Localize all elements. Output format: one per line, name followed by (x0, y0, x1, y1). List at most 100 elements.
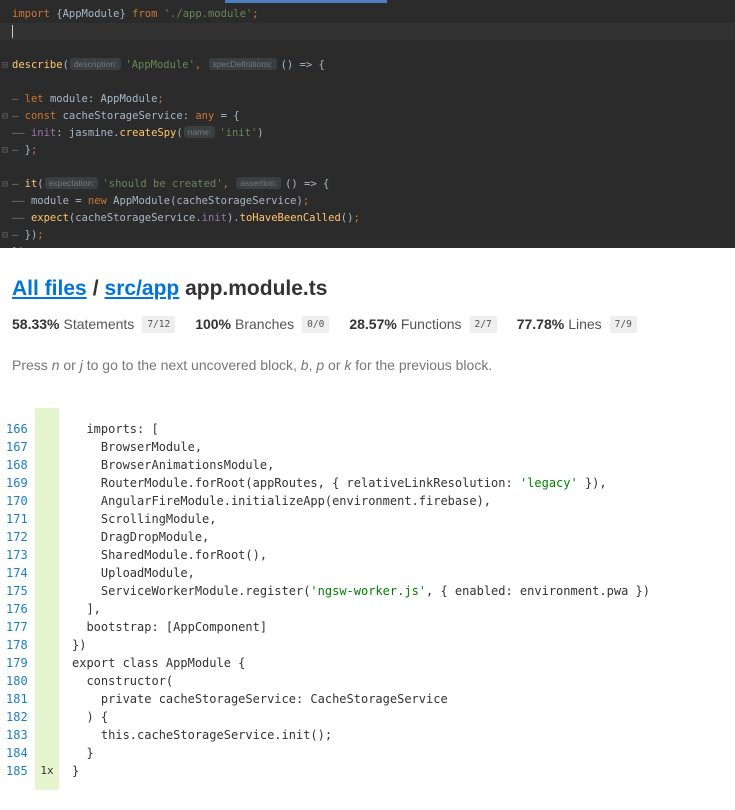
gutter (2, 74, 12, 91)
editor-line-code: —— expect(cacheStorageService.init).toHa… (12, 210, 360, 227)
code-row: 183 this.cacheStorageService.init(); (0, 726, 735, 744)
code-token: , (194, 59, 208, 71)
code-token: 'legacy' (519, 476, 578, 490)
fold-marker-icon[interactable]: ⊟ (2, 142, 12, 159)
fold-marker-icon[interactable]: ⊟ (2, 108, 12, 125)
code-row: 167 BrowserModule, (0, 438, 735, 456)
stat-label: Statements (63, 316, 135, 332)
breadcrumb-dir-link[interactable]: src/app (105, 277, 180, 300)
gutter (2, 210, 12, 227)
stat-label: Branches (235, 316, 295, 332)
code-row: 174 UploadModule, (0, 564, 735, 582)
code-token: new (87, 195, 114, 207)
code-token: } (18, 144, 31, 156)
line-number-link[interactable]: 182 (6, 708, 34, 726)
code-token: = { (214, 110, 240, 122)
line-number-link[interactable]: 184 (6, 744, 34, 762)
code-token: ], (72, 602, 101, 616)
code-row: 166 imports: [ (0, 420, 735, 438)
code-token: }) (18, 229, 38, 241)
code-token: RouterModule.forRoot(appRoutes, { relati… (72, 476, 520, 490)
source-line: ], (72, 600, 101, 618)
line-number-link[interactable]: 175 (6, 582, 34, 600)
line-number-link[interactable]: 176 (6, 600, 34, 618)
stat-percent: 58.33% (12, 316, 60, 332)
line-number-link[interactable]: 170 (6, 492, 34, 510)
code-token: BrowserModule, (72, 440, 203, 454)
source-line: } (72, 762, 79, 780)
code-token: init (201, 212, 227, 224)
code-token: AngularFireModule.initializeApp(environm… (72, 494, 492, 508)
code-row: 175 ServiceWorkerModule.register('ngsw-w… (0, 582, 735, 600)
hint-fragment: for the previous block. (351, 357, 493, 373)
code-token: ; (30, 144, 38, 156)
fold-marker-icon[interactable]: ⊟ (2, 57, 12, 74)
code-token: {AppModule} (56, 8, 133, 20)
code-token: }) (12, 246, 25, 248)
line-number-link[interactable]: 167 (6, 438, 34, 456)
line-number-link[interactable]: 169 (6, 474, 34, 492)
line-number-link[interactable]: 178 (6, 636, 34, 654)
fold-marker-icon[interactable]: ⊟ (2, 176, 12, 193)
code-token: ; (353, 212, 360, 224)
line-number-link[interactable]: 171 (6, 510, 34, 528)
editor-line[interactable] (0, 23, 735, 40)
breadcrumb-all-files-link[interactable]: All files (12, 277, 87, 300)
source-line: }) (72, 636, 86, 654)
code-token: ; (302, 195, 310, 207)
line-number-link[interactable]: 173 (6, 546, 34, 564)
line-number-link[interactable]: 166 (6, 420, 34, 438)
code-row: 180 constructor( (0, 672, 735, 690)
editor-line-code: }); (12, 244, 31, 248)
fold-marker-icon[interactable]: ⊟ (2, 244, 12, 248)
stat-label: Lines (568, 316, 602, 332)
code-token: () => { (280, 59, 325, 71)
source-code-listing[interactable]: 166 imports: [167 BrowserModule, 168 Brow… (0, 408, 735, 810)
code-token: —— (12, 195, 31, 207)
ide-editor[interactable]: import {AppModule} from './app.module'; ⊟… (0, 0, 735, 248)
editor-line-code (12, 23, 13, 40)
code-token: const (18, 110, 63, 122)
code-token: let (18, 93, 50, 105)
coverage-summary: 58.33% Statements 7/12 100% Branches 0/0… (12, 313, 657, 335)
gutter (2, 40, 12, 57)
code-token: module: AppModule (49, 93, 158, 105)
code-token: : jasmine. (56, 127, 120, 139)
code-token: this.cacheStorageService.init(); (72, 728, 333, 742)
parameter-hint: expectation: (44, 177, 99, 189)
code-token: ( (176, 127, 183, 139)
code-token: ; (252, 8, 259, 20)
text-cursor (12, 24, 13, 38)
code-token: } (72, 764, 80, 778)
code-row: 173 SharedModule.forRoot(), (0, 546, 735, 564)
line-number-link[interactable]: 183 (6, 726, 34, 744)
line-number-link[interactable]: 185 (6, 762, 34, 780)
line-number-link[interactable]: 177 (6, 618, 34, 636)
code-token: ) { (72, 710, 109, 724)
code-token: export class AppModule { (72, 656, 246, 670)
code-token: SharedModule.forRoot(), (72, 548, 268, 562)
code-token: UploadModule, (72, 566, 195, 580)
stat-branches: 100% Branches 0/0 (195, 315, 330, 333)
line-number-link[interactable]: 179 (6, 654, 34, 672)
code-token: ScrollingModule, (72, 512, 217, 526)
stat-fraction-badge: 7/12 (142, 315, 176, 333)
line-number-link[interactable]: 181 (6, 690, 34, 708)
code-token: () => { (285, 178, 330, 190)
source-line: export class AppModule { (72, 654, 245, 672)
source-line: ScrollingModule, (72, 510, 217, 528)
hint-fragment: or (324, 357, 345, 373)
code-token: () (340, 212, 354, 224)
code-token: }), (577, 476, 607, 490)
line-number-link[interactable]: 174 (6, 564, 34, 582)
scroll-indicator (225, 0, 387, 3)
line-number-link[interactable]: 172 (6, 528, 34, 546)
code-row: 169 RouterModule.forRoot(appRoutes, { re… (0, 474, 735, 492)
code-token: ; (157, 93, 164, 105)
line-number-link[interactable]: 168 (6, 456, 34, 474)
line-number-link[interactable]: 180 (6, 672, 34, 690)
code-row: 184 } (0, 744, 735, 762)
fold-marker-icon[interactable]: ⊟ (2, 227, 12, 244)
source-line: BrowserModule, (72, 438, 202, 456)
stat-lines: 77.78% Lines 7/9 (517, 315, 637, 333)
